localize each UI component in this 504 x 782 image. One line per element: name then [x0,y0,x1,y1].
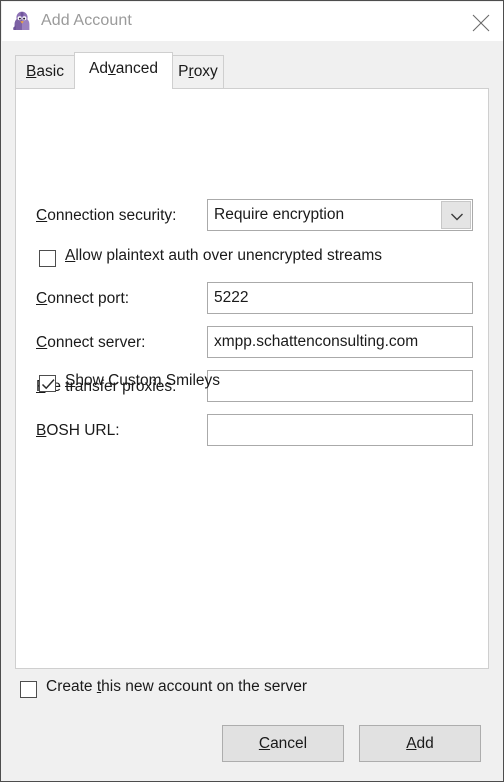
close-icon[interactable] [458,2,503,40]
connection-security-label: Connection security: [36,207,177,224]
connection-security-select[interactable]: Require encryption [207,199,473,231]
cancel-button-label: Cancel [258,735,308,752]
connect-port-input[interactable]: 5222 [207,282,473,314]
advanced-settings-panel: Connection security: Require encryption … [15,88,489,669]
show-custom-smileys-checkbox-box[interactable] [39,375,56,392]
allow-plaintext-label: Allow plaintext auth over unencrypted st… [65,247,383,264]
connect-server-input[interactable]: xmpp.schattenconsulting.com [207,326,473,358]
allow-plaintext-checkbox-box[interactable] [39,250,56,267]
checkmark-icon [41,379,55,390]
bosh-url-input[interactable] [207,414,473,446]
chevron-down-icon[interactable] [441,201,471,229]
pidgin-bird-icon [10,9,34,33]
connect-port-label: Connect port: [36,290,130,307]
cancel-button[interactable]: Cancel [222,725,344,762]
window-title: Add Account [41,12,132,29]
connect-server-label: Connect server: [36,334,146,351]
tab-strip: Basic Advanced Proxy [2,41,503,89]
tab-proxy[interactable]: Proxy [172,55,224,89]
create-account-checkbox-box[interactable] [20,681,37,698]
connection-security-value: Require encryption [214,206,345,223]
bosh-url-label: BOSH URL: [36,422,120,439]
tab-advanced-label: Advanced [89,60,158,77]
tab-basic-label: Basic [26,63,64,80]
create-account-label: Create this new account on the server [46,678,308,695]
show-custom-smileys-label: Show Custom Smileys [65,372,221,389]
add-account-dialog: Add Account Basic Advanced Proxy Connect… [0,0,504,782]
add-button[interactable]: Add [359,725,481,762]
tab-advanced[interactable]: Advanced [74,52,173,89]
tab-basic[interactable]: Basic [15,55,75,89]
add-button-label: Add [406,735,434,752]
title-bar: Add Account [2,2,503,42]
file-transfer-proxies-input[interactable] [207,370,473,402]
tab-proxy-label: Proxy [178,63,218,80]
